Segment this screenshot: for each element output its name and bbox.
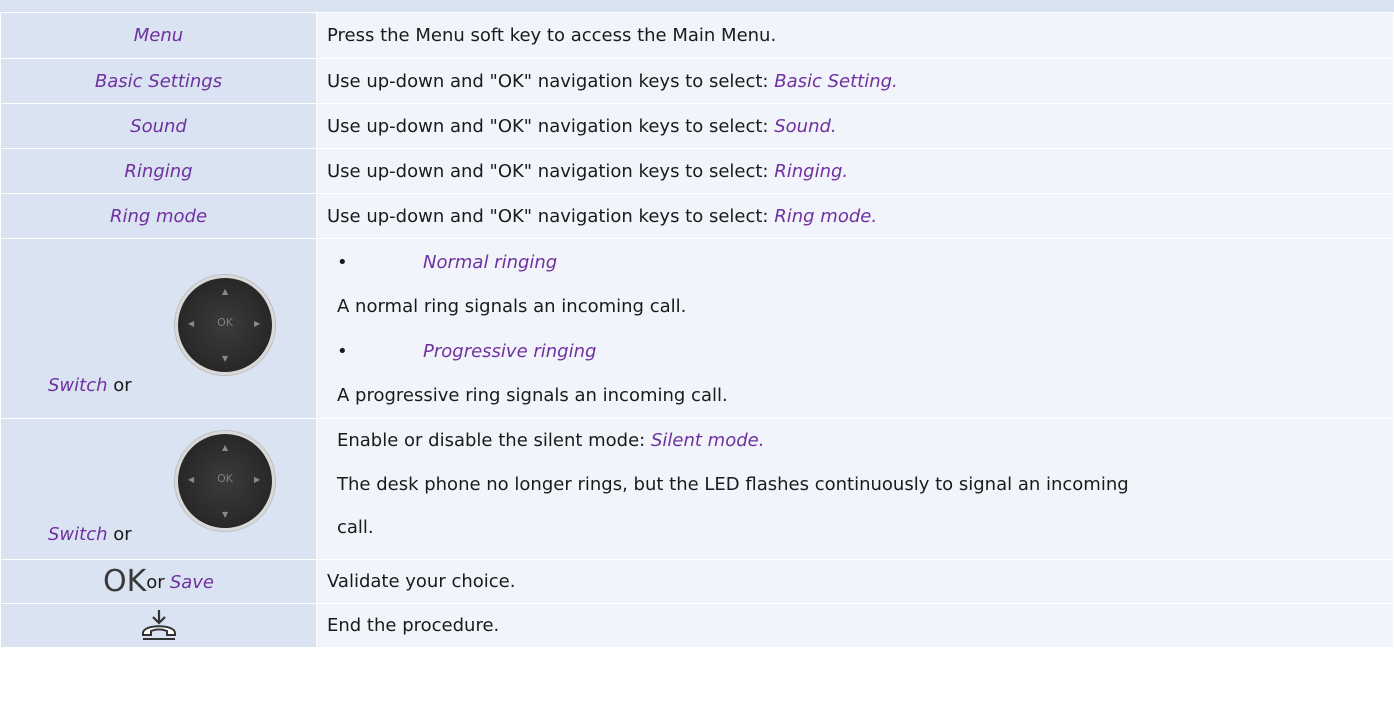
menu-item-sound[interactable]: Sound bbox=[130, 116, 187, 137]
step-key-cell: Ringing bbox=[0, 148, 317, 194]
step-key-cell: ▲ ▼ ◀ ▶ OK Switch or bbox=[0, 418, 317, 560]
ring-option-progressive[interactable]: • Progressive ringing bbox=[337, 342, 596, 362]
step-desc-cell: Use up-down and "OK" navigation keys to … bbox=[316, 193, 1394, 239]
step-text: Use up-down and "OK" navigation keys to … bbox=[327, 205, 775, 227]
option-label: Progressive ringing bbox=[423, 341, 597, 362]
menu-item-basic-settings[interactable]: Basic Settings bbox=[95, 71, 222, 92]
step-text: Enable or disable the silent mode: bbox=[337, 430, 651, 451]
navpad-ok-label: OK bbox=[217, 472, 233, 485]
switch-softkey[interactable]: Switch bbox=[48, 524, 108, 545]
or-text: or bbox=[146, 572, 165, 593]
step-key-cell: OKor Save bbox=[0, 559, 317, 604]
menu-item-ring-mode[interactable]: Ring mode bbox=[110, 206, 207, 227]
silent-description: The desk phone no longer rings, but the … bbox=[337, 474, 1129, 495]
step-desc-cell: End the procedure. bbox=[316, 603, 1394, 648]
or-text: or bbox=[113, 375, 132, 396]
switch-softkey[interactable]: Switch bbox=[48, 375, 108, 396]
navpad-ok-label: OK bbox=[217, 316, 233, 329]
step-text: Use up-down and "OK" navigation keys to … bbox=[327, 70, 775, 92]
hang-up-icon[interactable] bbox=[140, 608, 178, 644]
step-desc-cell: Use up-down and "OK" navigation keys to … bbox=[316, 148, 1394, 194]
step-key-cell: Sound bbox=[0, 103, 317, 149]
menu-item-ringing[interactable]: Ringing bbox=[124, 161, 192, 182]
step-key-cell: Ring mode bbox=[0, 193, 317, 239]
step-desc-cell: • Normal ringing A normal ring signals an… bbox=[316, 238, 1394, 419]
ok-key-icon[interactable]: OK bbox=[103, 564, 146, 599]
header-band bbox=[0, 0, 1394, 12]
switch-label: Switch or bbox=[48, 524, 132, 545]
table-row: Menu Press the Menu soft key to access t… bbox=[0, 12, 1394, 59]
step-desc-cell: Use up-down and "OK" navigation keys to … bbox=[316, 58, 1394, 104]
step-desc-cell: Use up-down and "OK" navigation keys to … bbox=[316, 103, 1394, 149]
silent-mode-line: Enable or disable the silent mode: Silen… bbox=[337, 431, 764, 451]
step-text: Use up-down and "OK" navigation keys to … bbox=[327, 115, 775, 137]
table-row: End the procedure. bbox=[0, 603, 1394, 648]
table-row: OKor Save Validate your choice. bbox=[0, 559, 1394, 604]
step-desc-cell: Press the Menu soft key to access the Ma… bbox=[316, 12, 1394, 59]
step-desc-cell: Validate your choice. bbox=[316, 559, 1394, 604]
step-target: Ring mode. bbox=[774, 205, 878, 227]
step-target: Ringing. bbox=[774, 160, 849, 182]
menu-softkey[interactable]: Menu bbox=[134, 25, 183, 46]
step-text: Press the Menu soft key to access the Ma… bbox=[327, 25, 777, 46]
step-desc-cell: Enable or disable the silent mode: Silen… bbox=[316, 418, 1394, 560]
step-key-cell bbox=[0, 603, 317, 648]
bullet: • bbox=[337, 341, 348, 362]
table-row: Sound Use up-down and "OK" navigation ke… bbox=[0, 103, 1394, 149]
table-row: ▲ ▼ ◀ ▶ OK Switch or • Normal ringing A n… bbox=[0, 238, 1394, 419]
navigator-pad-icon[interactable]: ▲ ▼ ◀ ▶ OK bbox=[175, 275, 275, 375]
silent-mode-option[interactable]: Silent mode. bbox=[651, 430, 764, 451]
silent-description-cont: call. bbox=[337, 517, 374, 538]
step-key-cell: ▲ ▼ ◀ ▶ OK Switch or bbox=[0, 238, 317, 419]
table-row: ▲ ▼ ◀ ▶ OK Switch or Enable or disable t… bbox=[0, 418, 1394, 560]
step-key-cell: Menu bbox=[0, 12, 317, 59]
switch-label: Switch or bbox=[48, 375, 132, 396]
table-row: Basic Settings Use up-down and "OK" navi… bbox=[0, 58, 1394, 104]
option-label: Normal ringing bbox=[423, 252, 558, 273]
save-softkey[interactable]: Save bbox=[170, 572, 214, 593]
navigator-pad-icon[interactable]: ▲ ▼ ◀ ▶ OK bbox=[175, 431, 275, 531]
option-description: A progressive ring signals an incoming c… bbox=[337, 385, 728, 406]
or-text: or bbox=[113, 524, 132, 545]
step-text: Use up-down and "OK" navigation keys to … bbox=[327, 160, 775, 182]
bullet: • bbox=[337, 252, 348, 273]
table-row: Ringing Use up-down and "OK" navigation … bbox=[0, 148, 1394, 194]
step-text: End the procedure. bbox=[327, 615, 500, 636]
step-target: Sound. bbox=[774, 115, 837, 137]
ring-option-normal[interactable]: • Normal ringing bbox=[337, 253, 557, 273]
step-target: Basic Setting. bbox=[774, 70, 898, 92]
step-key-cell: Basic Settings bbox=[0, 58, 317, 104]
procedure-table: Menu Press the Menu soft key to access t… bbox=[0, 12, 1394, 648]
table-row: Ring mode Use up-down and "OK" navigatio… bbox=[0, 193, 1394, 239]
step-text: Validate your choice. bbox=[327, 571, 516, 592]
option-description: A normal ring signals an incoming call. bbox=[337, 296, 687, 317]
